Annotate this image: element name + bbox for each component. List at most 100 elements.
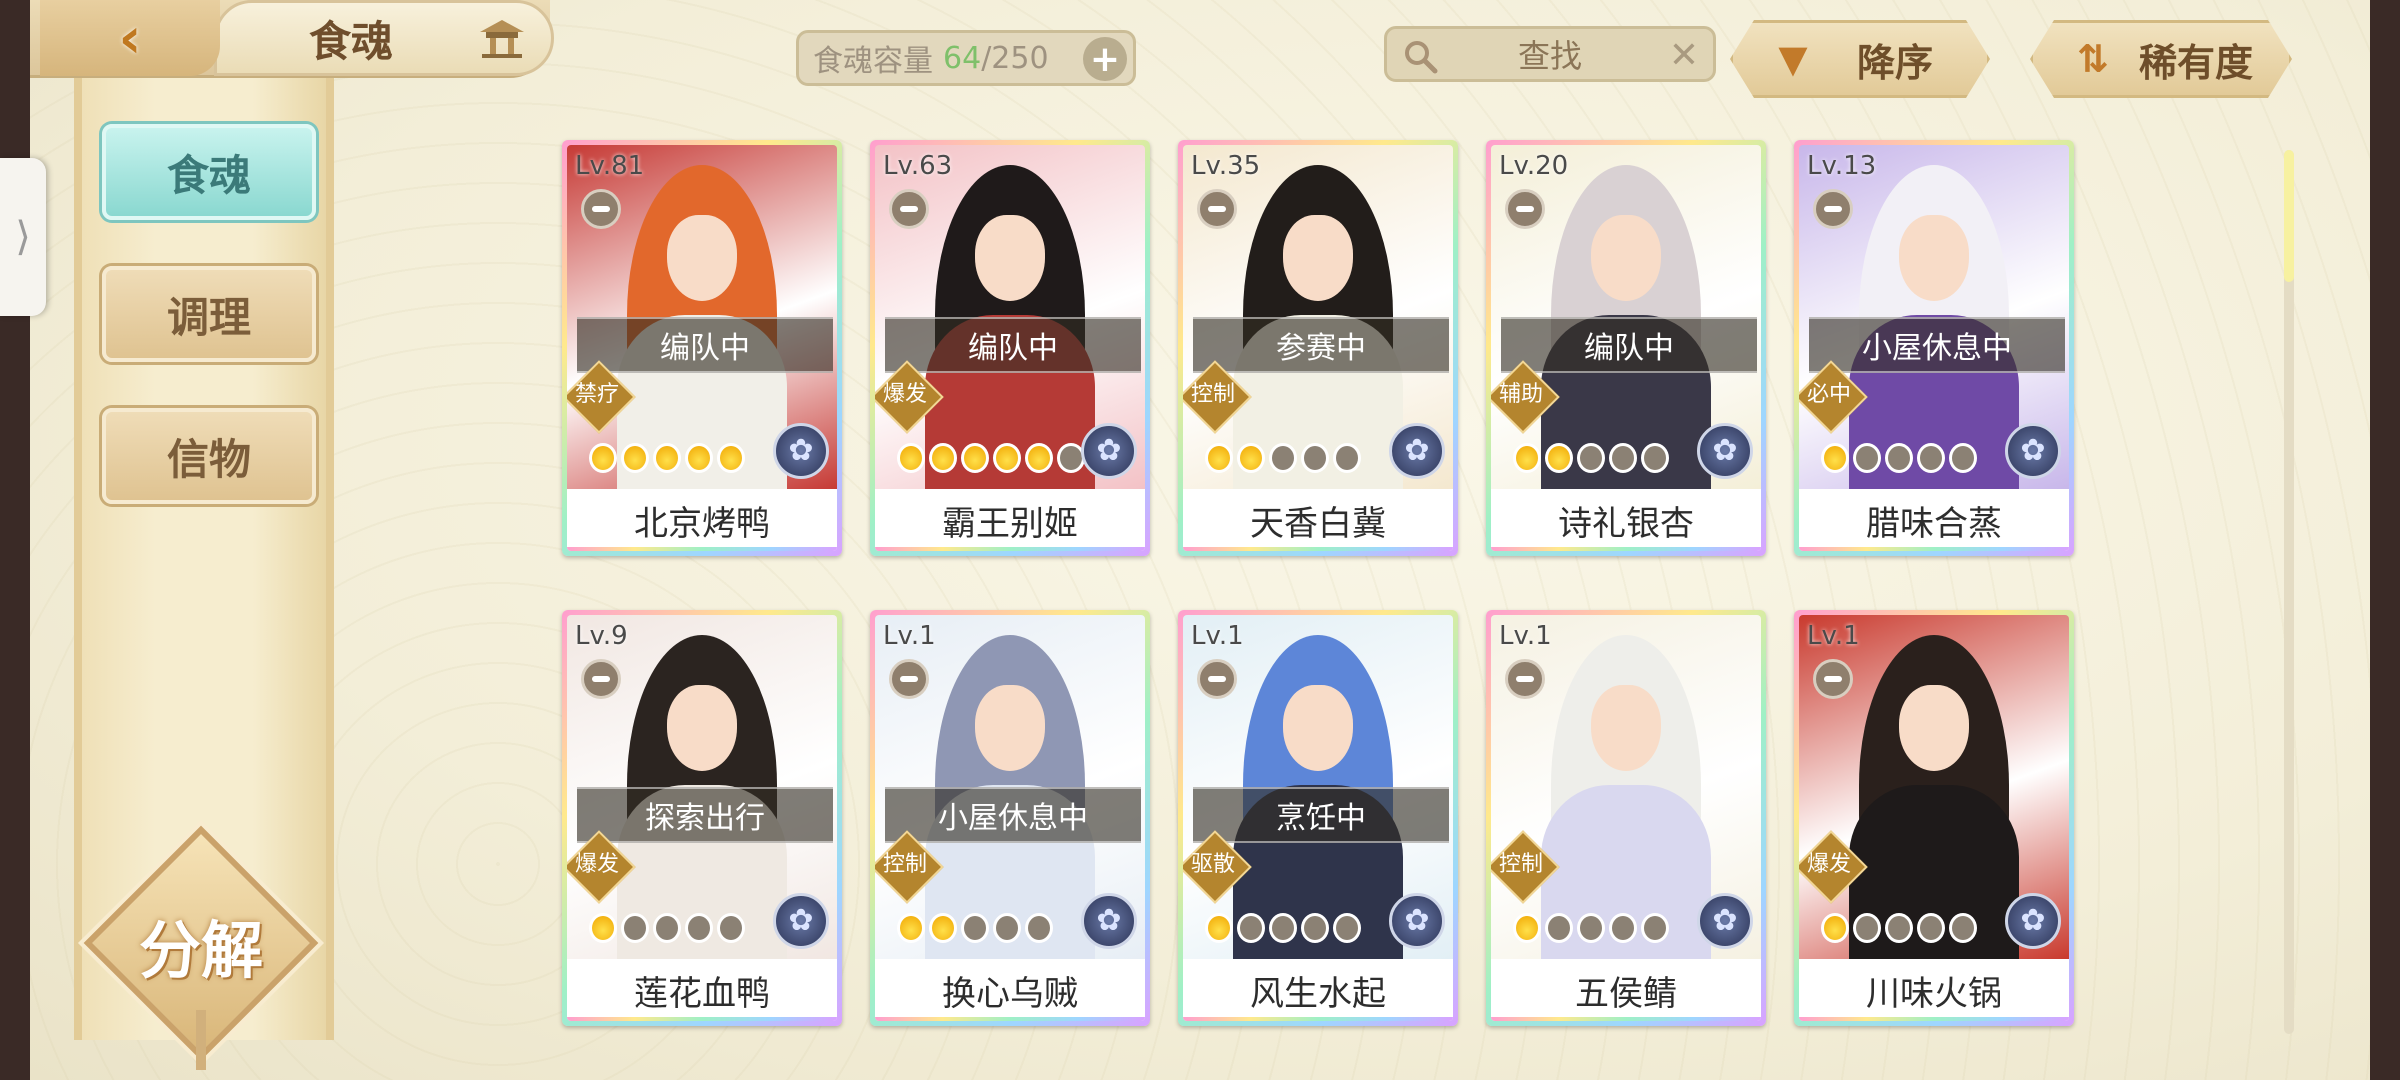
sort-order-button[interactable]: ▼ 降序 [1730,20,1990,98]
flame-star-icon [1545,913,1573,943]
level-label: Lv.1 [883,621,936,651]
role-label: 控制 [882,852,927,877]
scrollbar-thumb[interactable] [2284,150,2294,282]
capacity-panel: 食魂容量 64 /250 + [796,30,1136,86]
role-badge: 爆发 [567,841,633,889]
clear-icon[interactable]: ✕ [1669,35,1699,76]
food-soul-card[interactable]: Lv.81 编队中禁疗北京烤鸭 [562,140,842,556]
flame-star-icon [961,443,989,473]
role-badge: 辅助 [1491,371,1557,419]
character-name: 腊味合蒸 [1799,489,2069,551]
food-soul-card[interactable]: Lv.35 参赛中控制天香白冀 [1178,140,1458,556]
scrollbar[interactable] [2284,150,2294,1034]
flame-star-icon [1917,443,1945,473]
role-label: 爆发 [1806,852,1851,877]
sort-key-label: 稀有度 [2138,40,2253,85]
character-name: 莲花血鸭 [567,959,837,1021]
level-label: Lv.13 [1807,151,1877,181]
flame-star-icon [717,443,745,473]
status-banner: 小屋休息中 [1809,317,2065,373]
element-emblem-icon [1081,893,1137,949]
search-icon [1405,41,1438,74]
element-emblem-icon [2005,423,2061,479]
decompose-label[interactable]: 分解 [108,900,294,990]
flame-star-icon [1513,913,1541,943]
food-soul-card[interactable]: Lv.1 控制五侯鲭 [1486,610,1766,1026]
back-button[interactable]: ‹ [40,0,220,76]
role-label: 驱散 [1190,852,1235,877]
level-label: Lv.20 [1499,151,1569,181]
expand-capacity-button[interactable]: + [1083,37,1127,81]
role-label: 控制 [1498,852,1543,877]
food-soul-card[interactable]: Lv.20 编队中辅助诗礼银杏 [1486,140,1766,556]
flame-star-icon [1237,443,1265,473]
flame-star-icon [1641,913,1669,943]
food-soul-card[interactable]: Lv.1 小屋休息中控制换心乌贼 [870,610,1150,1026]
food-soul-card[interactable]: Lv.63 编队中爆发霸王别姬 [870,140,1150,556]
flame-star-icon [589,913,617,943]
tassel-decoration [196,1010,206,1070]
flame-star-icon [621,443,649,473]
card-inner: Lv.81 编队中禁疗北京烤鸭 [567,145,837,551]
dish-icon [1813,189,1853,229]
star-rating [1205,443,1361,475]
flame-star-icon [993,443,1021,473]
character-name: 北京烤鸭 [567,489,837,551]
character-face [1591,215,1661,301]
card-inner: Lv.1 小屋休息中控制换心乌贼 [875,615,1145,1021]
role-badge: 控制 [875,841,941,889]
role-label: 必中 [1806,382,1851,407]
level-label: Lv.1 [1191,621,1244,651]
role-badge: 必中 [1799,371,1865,419]
food-soul-card[interactable]: Lv.1 烹饪中驱散风生水起 [1178,610,1458,1026]
character-name: 换心乌贼 [875,959,1145,1021]
flame-star-icon [897,913,925,943]
card-inner: Lv.20 编队中辅助诗礼银杏 [1491,145,1761,551]
sort-key-button[interactable]: ⇅ 稀有度 [2030,20,2292,98]
star-rating [897,443,1085,475]
pavilion-icon[interactable] [476,16,528,60]
element-emblem-icon [1081,423,1137,479]
side-drawer-handle[interactable]: ⟩ [0,158,46,316]
dish-icon [581,659,621,699]
star-rating [1821,913,1977,945]
element-emblem-icon [1697,893,1753,949]
sort-order-label: 降序 [1856,40,1933,85]
role-badge: 禁疗 [567,371,633,419]
character-face [1591,685,1661,771]
search-placeholder: 查找 [1517,37,1582,75]
character-face [667,685,737,771]
card-inner: Lv.9 探索出行爆发莲花血鸭 [567,615,837,1021]
page-title-text: 食魂 [309,16,394,66]
food-soul-card[interactable]: Lv.9 探索出行爆发莲花血鸭 [562,610,842,1026]
flame-star-icon [897,443,925,473]
food-soul-card[interactable]: Lv.1 爆发川味火锅 [1794,610,2074,1026]
tab-conditioning[interactable]: 调理 [102,266,316,362]
tab-tokens[interactable]: 信物 [102,408,316,504]
dish-icon [1197,189,1237,229]
dish-icon [889,659,929,699]
element-emblem-icon [773,893,829,949]
tab-food-souls[interactable]: 食魂 [102,124,316,220]
element-emblem-icon [1697,423,1753,479]
flame-star-icon [1545,443,1573,473]
food-soul-card[interactable]: Lv.13 小屋休息中必中腊味合蒸 [1794,140,2074,556]
character-name: 五侯鲭 [1491,959,1761,1021]
level-label: Lv.1 [1807,621,1860,651]
flame-star-icon [685,913,713,943]
character-face [1283,685,1353,771]
flame-star-icon [1025,913,1053,943]
star-rating [589,443,745,475]
triangle-down-icon: ▼ [1778,37,1808,81]
search-field[interactable]: 查找 ✕ [1384,26,1716,82]
level-label: Lv.63 [883,151,953,181]
flame-star-icon [1949,443,1977,473]
flame-star-icon [1949,913,1977,943]
flame-star-icon [1853,913,1881,943]
flame-star-icon [621,913,649,943]
capacity-max: /250 [981,40,1049,76]
flame-star-icon [1609,443,1637,473]
role-label: 爆发 [574,852,619,877]
character-name: 诗礼银杏 [1491,489,1761,551]
star-rating [1821,443,1977,475]
